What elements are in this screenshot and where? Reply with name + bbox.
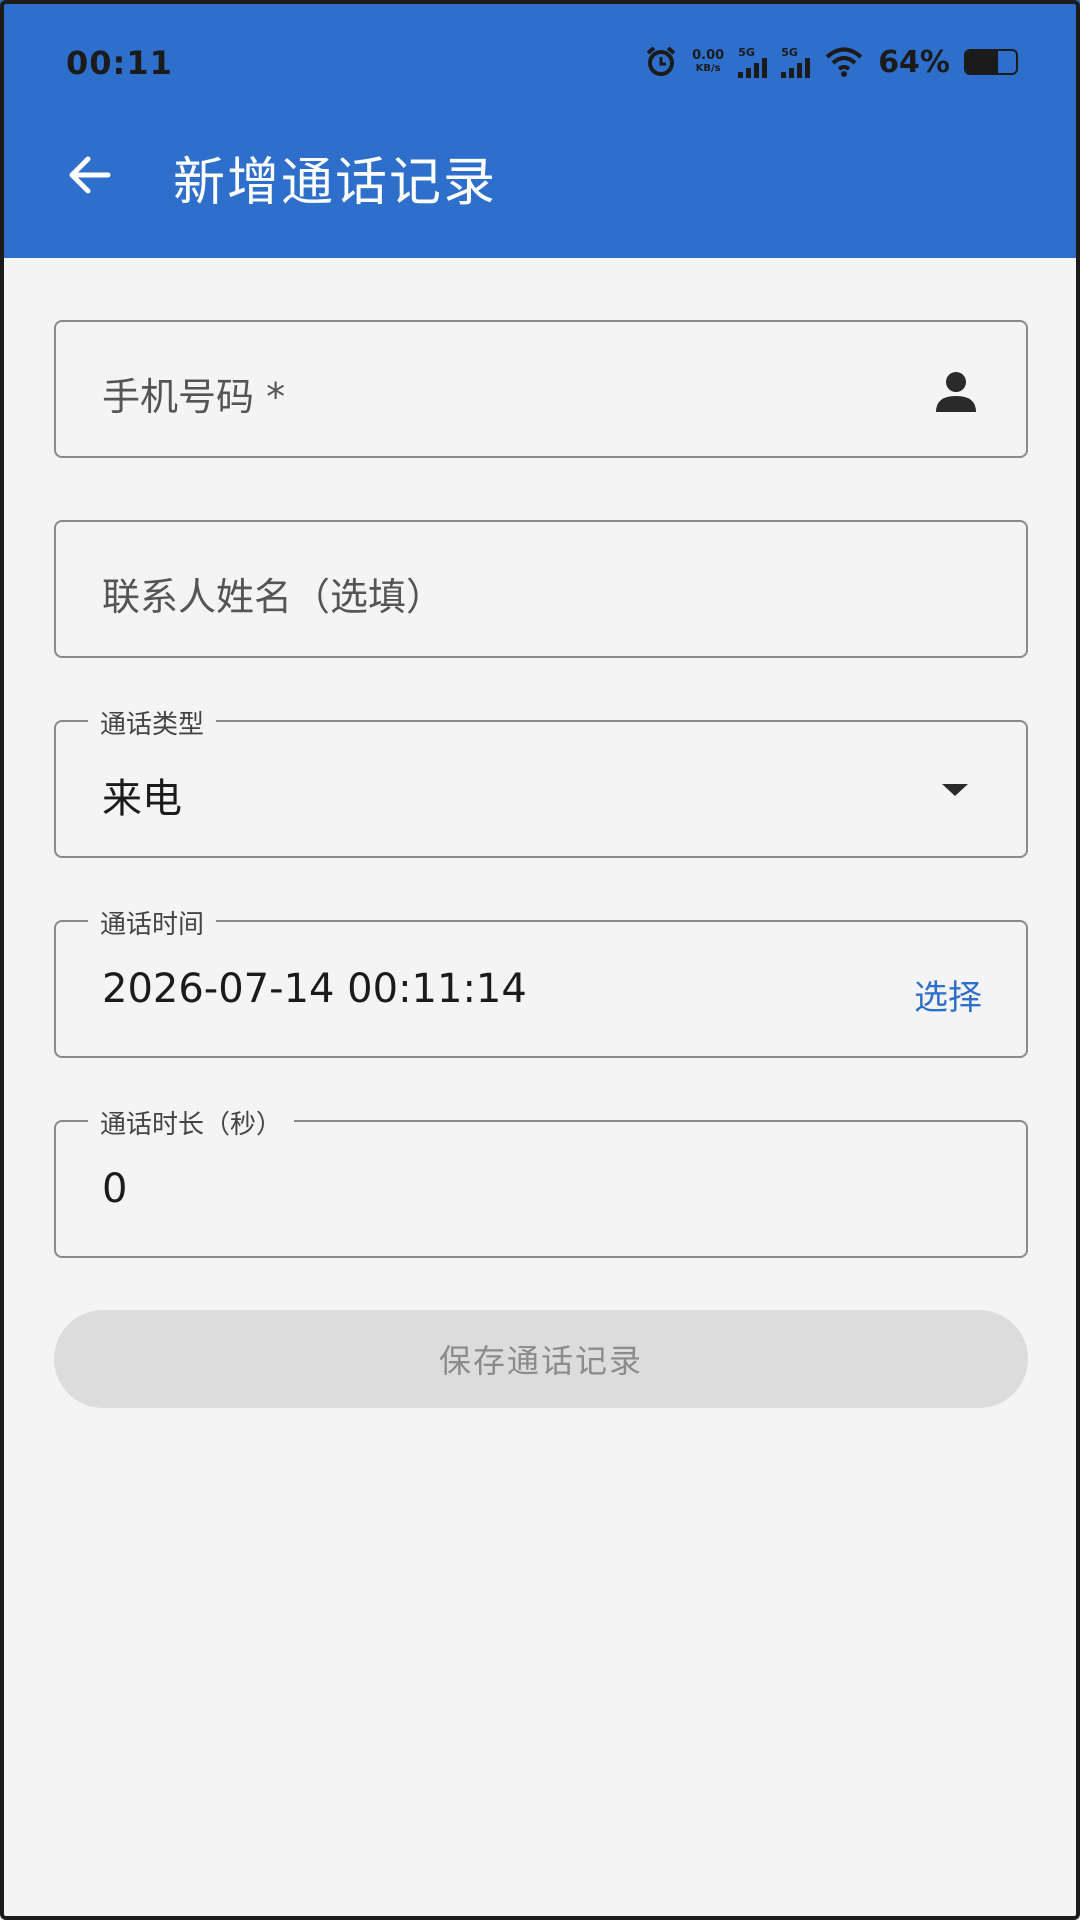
contact-name-placeholder: 联系人姓名（选填） bbox=[102, 575, 445, 619]
call-type-dropdown[interactable]: 通话类型 来电 bbox=[54, 704, 1028, 858]
duration-field[interactable]: 通话时长（秒） 0 bbox=[54, 1104, 1028, 1258]
call-time-field[interactable]: 通话时间 2026-07-14 00:11:14 选择 bbox=[54, 904, 1028, 1058]
app-bar: 00:11 0.00 KB/s 5G 5G 64% 新增通话记录 bbox=[0, 0, 1080, 258]
dropdown-arrow-icon[interactable] bbox=[940, 780, 970, 800]
select-time-button[interactable]: 选择 bbox=[914, 970, 982, 1019]
phone-field[interactable]: 手机号码 * bbox=[54, 320, 1028, 458]
duration-label: 通话时长（秒） bbox=[88, 1104, 295, 1141]
call-type-value: 来电 bbox=[102, 776, 182, 822]
save-call-record-button[interactable]: 保存通话记录 bbox=[54, 1310, 1028, 1408]
contact-name-field[interactable]: 联系人姓名（选填） bbox=[54, 520, 1028, 658]
battery-icon bbox=[964, 49, 1018, 75]
alarm-icon bbox=[646, 46, 676, 76]
wifi-icon bbox=[825, 47, 863, 77]
net-speed: 0.00 KB/s bbox=[692, 48, 725, 74]
page-title: 新增通话记录 bbox=[173, 153, 498, 213]
duration-value: 0 bbox=[102, 1166, 128, 1212]
person-icon[interactable] bbox=[930, 366, 982, 418]
call-time-label: 通话时间 bbox=[88, 904, 217, 941]
phone-placeholder: 手机号码 * bbox=[102, 375, 286, 419]
status-time: 00:11 bbox=[66, 44, 173, 82]
call-time-value: 2026-07-14 00:11:14 bbox=[102, 966, 527, 1012]
signal-icon: 5G bbox=[781, 47, 811, 78]
status-icons: 0.00 KB/s 5G 5G 64% bbox=[644, 42, 1018, 82]
battery-percent: 64% bbox=[878, 44, 950, 80]
call-type-label: 通话类型 bbox=[88, 704, 217, 741]
arrow-left-icon[interactable] bbox=[64, 150, 114, 200]
signal-icon: 5G bbox=[738, 47, 768, 78]
